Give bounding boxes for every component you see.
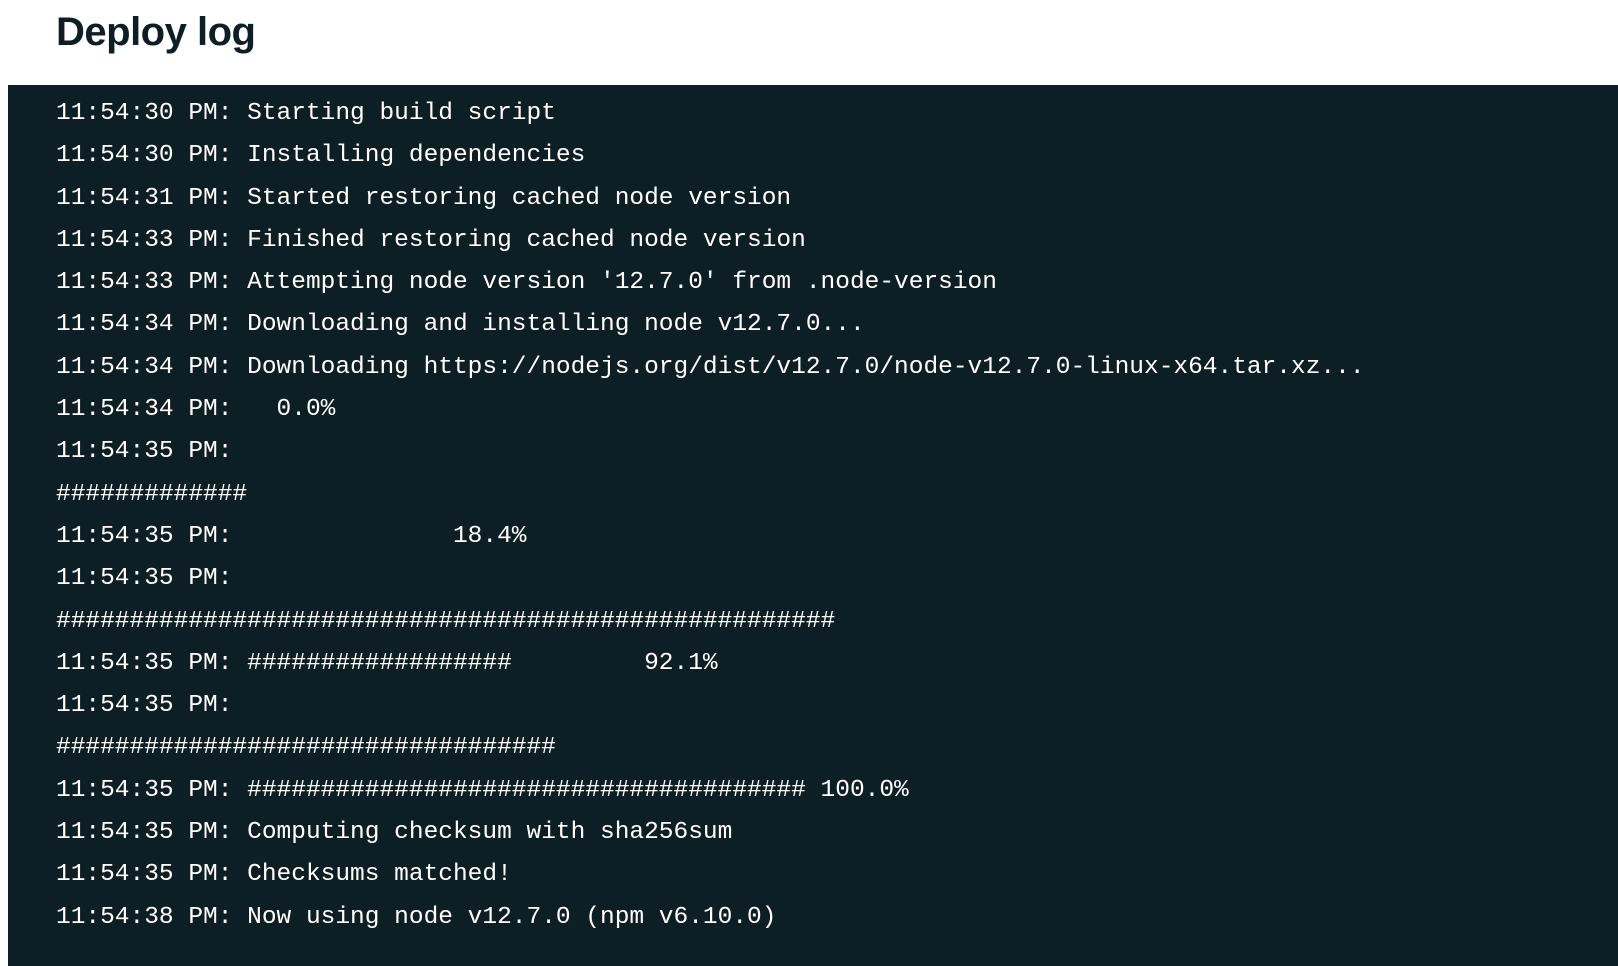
log-line: ################################## xyxy=(8,727,1618,769)
log-message: Computing checksum with sha256sum xyxy=(232,819,732,846)
log-timestamp: 11:54:35 PM: xyxy=(56,438,232,465)
log-line: 11:54:34 PM: 0.0% xyxy=(8,389,1618,431)
log-line: 11:54:35 PM: 18.4% xyxy=(8,516,1618,558)
log-timestamp: 11:54:33 PM: xyxy=(56,269,232,296)
log-output-panel[interactable]: 11:54:30 PM: Starting build script 11:54… xyxy=(8,85,1618,966)
log-message xyxy=(232,438,247,465)
log-message: ###################################### 1… xyxy=(232,777,908,804)
log-timestamp: 11:54:35 PM: xyxy=(56,523,232,550)
log-message: 18.4% xyxy=(232,523,526,550)
log-line: ########################################… xyxy=(8,601,1618,643)
log-timestamp: 11:54:34 PM: xyxy=(56,354,232,381)
log-line: 11:54:38 PM: Now using node v12.7.0 (npm… xyxy=(8,897,1618,939)
log-timestamp: 11:54:30 PM: xyxy=(56,142,232,169)
log-message: Finished restoring cached node version xyxy=(232,227,805,254)
log-line: 11:54:34 PM: Downloading and installing … xyxy=(8,304,1618,346)
page-title: Deploy log xyxy=(56,10,1618,55)
log-line: 11:54:31 PM: Started restoring cached no… xyxy=(8,178,1618,220)
log-timestamp: 11:54:38 PM: xyxy=(56,904,232,931)
log-message: Installing dependencies xyxy=(232,142,585,169)
log-timestamp: 11:54:34 PM: xyxy=(56,311,232,338)
log-message: ############# xyxy=(56,481,247,508)
log-message xyxy=(232,565,247,592)
log-message: Started restoring cached node version xyxy=(232,185,791,212)
log-message xyxy=(232,692,247,719)
log-line: 11:54:35 PM: Checksums matched! xyxy=(8,854,1618,896)
log-timestamp: 11:54:34 PM: xyxy=(56,396,232,423)
log-line: 11:54:35 PM: ################## 92.1% xyxy=(8,643,1618,685)
log-line: 11:54:34 PM: Downloading https://nodejs.… xyxy=(8,347,1618,389)
log-timestamp: 11:54:35 PM: xyxy=(56,650,232,677)
log-line: 11:54:35 PM: ###########################… xyxy=(8,770,1618,812)
log-message: Now using node v12.7.0 (npm v6.10.0) xyxy=(232,904,776,931)
deploy-log-page: Deploy log 11:54:30 PM: Starting build s… xyxy=(0,0,1618,966)
log-message: 0.0% xyxy=(232,396,335,423)
log-message: ########################################… xyxy=(56,608,835,635)
log-timestamp: 11:54:35 PM: xyxy=(56,861,232,888)
log-timestamp: 11:54:35 PM: xyxy=(56,692,232,719)
log-line: 11:54:35 PM: Computing checksum with sha… xyxy=(8,812,1618,854)
log-timestamp: 11:54:35 PM: xyxy=(56,819,232,846)
log-line: 11:54:33 PM: Attempting node version '12… xyxy=(8,262,1618,304)
log-message: ################## 92.1% xyxy=(232,650,717,677)
log-message: Starting build script xyxy=(232,100,555,127)
log-message: Downloading and installing node v12.7.0.… xyxy=(232,311,864,338)
log-message: Downloading https://nodejs.org/dist/v12.… xyxy=(232,354,1364,381)
log-line: 11:54:35 PM: xyxy=(8,685,1618,727)
log-message: Checksums matched! xyxy=(232,861,511,888)
log-timestamp: 11:54:35 PM: xyxy=(56,777,232,804)
log-line: 11:54:33 PM: Finished restoring cached n… xyxy=(8,220,1618,262)
log-line: 11:54:35 PM: xyxy=(8,558,1618,600)
log-line: ############# xyxy=(8,474,1618,516)
log-timestamp: 11:54:35 PM: xyxy=(56,565,232,592)
log-message: Attempting node version '12.7.0' from .n… xyxy=(232,269,997,296)
log-line: 11:54:35 PM: xyxy=(8,431,1618,473)
log-message: ################################## xyxy=(56,734,556,761)
log-timestamp: 11:54:31 PM: xyxy=(56,185,232,212)
log-timestamp: 11:54:33 PM: xyxy=(56,227,232,254)
log-timestamp: 11:54:30 PM: xyxy=(56,100,232,127)
log-line: 11:54:30 PM: Installing dependencies xyxy=(8,135,1618,177)
page-header: Deploy log xyxy=(0,0,1618,85)
log-line: 11:54:30 PM: Starting build script xyxy=(8,93,1618,135)
